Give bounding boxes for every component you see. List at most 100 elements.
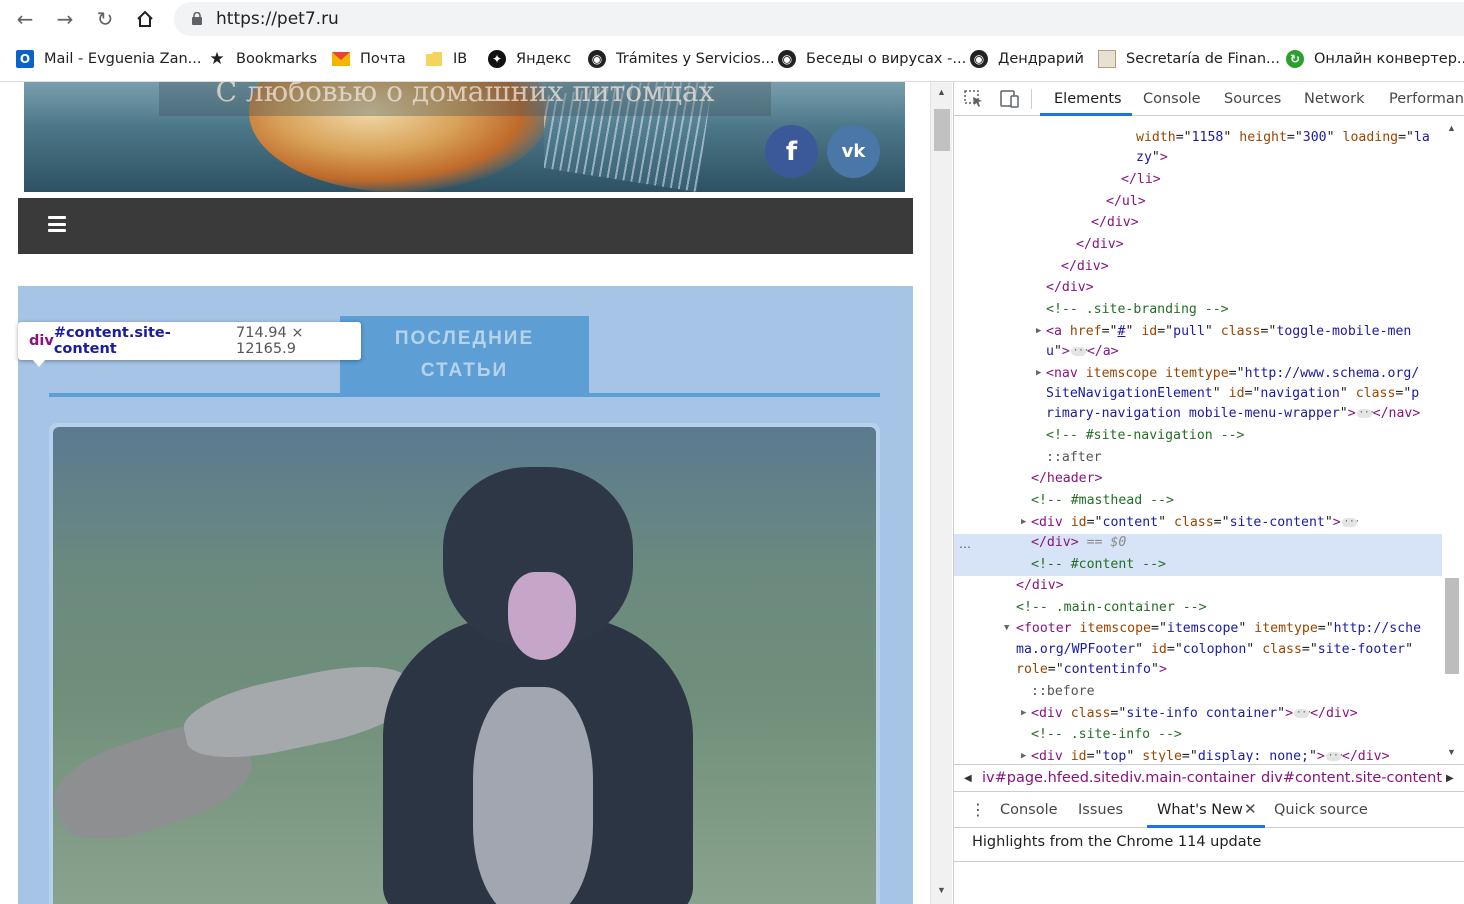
bookmark-label: Trámites y Servicios...: [616, 51, 775, 67]
url-text[interactable]: https://pet7.ru: [216, 9, 339, 29]
bookmark-converter[interactable]: ↻ Онлайн конвертер...: [1286, 48, 1464, 70]
node-actions-ellipsis-icon[interactable]: ⋯: [959, 540, 971, 554]
breadcrumb-item[interactable]: iv#page.hfeed.site: [982, 770, 1120, 786]
dom-line[interactable]: <!-- #masthead -->: [1031, 491, 1174, 511]
hamburger-menu-icon[interactable]: [48, 216, 66, 232]
scroll-up-arrow-icon[interactable]: ▲: [1447, 124, 1457, 133]
scroll-down-arrow-icon[interactable]: ▼: [937, 886, 947, 895]
tooltip-tag: div: [29, 333, 54, 349]
expand-triangle-icon[interactable]: ▶: [1036, 326, 1041, 336]
bookmark-ib[interactable]: IB: [425, 48, 467, 70]
dom-line[interactable]: <!-- #site-navigation -->: [1046, 426, 1245, 446]
facebook-icon[interactable]: f: [765, 125, 818, 178]
inspect-element-icon[interactable]: [964, 90, 984, 113]
page-scrollbar-thumb[interactable]: [934, 109, 950, 151]
drawer-menu-icon[interactable]: ⋮: [970, 800, 986, 819]
dom-line[interactable]: <div id="content" class="site-content">: [1031, 512, 1360, 533]
dom-line[interactable]: </div>: [1046, 278, 1094, 298]
scroll-down-arrow-icon[interactable]: ▼: [1447, 748, 1457, 757]
dom-line[interactable]: u"></a>: [1046, 341, 1119, 362]
drawer-tab-issues[interactable]: Issues: [1078, 802, 1123, 818]
drawer-tab-whats-new[interactable]: What's New: [1157, 802, 1243, 818]
tab-console[interactable]: Console: [1143, 91, 1201, 107]
dom-line[interactable]: </div>: [1016, 576, 1064, 596]
dom-line[interactable]: </header>: [1031, 469, 1102, 489]
tab-network[interactable]: Network: [1304, 91, 1365, 107]
lock-icon[interactable]: [192, 11, 202, 25]
breadcrumb-right-arrow-icon[interactable]: ▶: [1446, 773, 1454, 784]
dom-line[interactable]: <div id="top" style="display: none;"></d…: [1031, 746, 1390, 763]
dom-line[interactable]: <!-- #content -->: [1031, 555, 1166, 575]
globe-icon: ◉: [588, 50, 606, 68]
dom-line[interactable]: </div>: [1076, 235, 1124, 255]
forward-arrow-icon[interactable]: →: [52, 6, 78, 32]
latest-articles-label-line1: ПОСЛЕДНИЕ: [394, 328, 535, 349]
dom-line[interactable]: <!-- .site-info -->: [1031, 725, 1182, 745]
drawer-tab-quick-source[interactable]: Quick source: [1274, 802, 1368, 818]
breadcrumb-left-arrow-icon[interactable]: ◀: [964, 773, 972, 784]
dom-line[interactable]: width="1158" height="300" loading="la: [1136, 128, 1430, 148]
dom-line[interactable]: </ul>: [1106, 192, 1146, 212]
dom-line[interactable]: zy">: [1136, 148, 1168, 168]
expand-triangle-icon[interactable]: ▶: [1036, 368, 1041, 378]
bookmark-besedy[interactable]: ◉ Беседы о вирусах -...: [778, 48, 966, 70]
content-top-padding: [18, 254, 913, 286]
tab-performance[interactable]: Performanc: [1389, 91, 1464, 107]
dom-line[interactable]: <!-- .main-container -->: [1016, 598, 1207, 618]
page-scrollbar[interactable]: ▲ ▼: [930, 82, 952, 904]
dom-line[interactable]: </div>: [1091, 213, 1139, 233]
selected-node-row[interactable]: [954, 534, 1442, 576]
tab-sources[interactable]: Sources: [1224, 91, 1281, 107]
content-highlight-overlay: ПОСЛЕДНИЕ СТАТЬИ: [18, 286, 913, 904]
elements-scrollbar-thumb[interactable]: [1445, 578, 1459, 674]
drawer-tab-console[interactable]: Console: [1000, 802, 1058, 818]
bookmark-tramites[interactable]: ◉ Trámites y Servicios...: [588, 48, 775, 70]
address-bar[interactable]: https://pet7.ru: [174, 2, 1464, 36]
tab-divider: [1031, 89, 1032, 109]
elements-scrollbar[interactable]: ▲ ▼: [1442, 116, 1464, 762]
dom-line[interactable]: role="contentinfo">: [1016, 660, 1167, 680]
home-icon[interactable]: [132, 6, 158, 32]
dog-photo[interactable]: [53, 427, 876, 904]
expand-triangle-icon[interactable]: ▶: [1021, 708, 1026, 718]
scroll-up-arrow-icon[interactable]: ▲: [937, 88, 947, 97]
site-slogan: С любовью о домашних питомцах: [159, 82, 771, 116]
collapse-triangle-icon[interactable]: ▼: [1004, 623, 1009, 633]
bookmark-label: Дендрарий: [998, 51, 1084, 67]
bookmark-mail[interactable]: O Mail - Evguenia Zan...: [16, 48, 202, 70]
latest-articles-tab[interactable]: ПОСЛЕДНИЕ СТАТЬИ: [340, 316, 589, 394]
article-card[interactable]: [49, 423, 880, 904]
dom-line[interactable]: ::before: [1031, 682, 1095, 702]
bookmark-yandex[interactable]: ✦ Яндекс: [488, 48, 571, 70]
close-icon[interactable]: ✕: [1244, 800, 1257, 818]
vk-icon[interactable]: vk: [827, 125, 880, 178]
back-arrow-icon[interactable]: ←: [12, 6, 38, 32]
dom-line[interactable]: ma.org/WPFooter" id="colophon" class="si…: [1016, 640, 1413, 660]
breadcrumb: ◀ iv#page.hfeed.site div.main-container …: [954, 764, 1464, 792]
expand-triangle-icon[interactable]: ▶: [1021, 517, 1026, 527]
bookmark-bookmarks[interactable]: ★ Bookmarks: [208, 48, 317, 70]
dom-line[interactable]: SiteNavigationElement" id="navigation" c…: [1046, 384, 1419, 404]
dom-line[interactable]: </div>: [1061, 257, 1109, 277]
dom-line[interactable]: <!-- .site-branding -->: [1046, 300, 1229, 320]
tooltip-size: 714.94 × 12165.9: [236, 325, 304, 357]
dom-line[interactable]: <nav itemscope itemtype="http://www.sche…: [1046, 364, 1419, 384]
tab-elements[interactable]: Elements: [1054, 91, 1122, 107]
dom-line[interactable]: <div class="site-info container"></div>: [1031, 703, 1358, 724]
dom-line[interactable]: <a href="#" id="pull" class="toggle-mobi…: [1046, 322, 1411, 342]
device-toolbar-icon[interactable]: [1000, 90, 1020, 113]
dom-line[interactable]: </li>: [1121, 170, 1161, 190]
dom-line[interactable]: ::after: [1046, 448, 1102, 468]
bookmark-dendrariy[interactable]: ◉ Дендрарий: [970, 48, 1084, 70]
breadcrumb-item[interactable]: div.main-container: [1120, 770, 1255, 786]
bookmark-pochta[interactable]: Почта: [332, 48, 406, 70]
breadcrumb-item-active[interactable]: div#content.site-content: [1261, 770, 1442, 786]
bookmark-secretaria[interactable]: Secretaría de Finan...: [1098, 48, 1280, 70]
devtools-panel: Elements Console Sources Network Perform…: [953, 82, 1464, 904]
reload-icon[interactable]: ↻: [92, 6, 118, 32]
expand-triangle-icon[interactable]: ▶: [1021, 751, 1026, 761]
elements-tree[interactable]: ⋯ ▶ ▶ ▶ ▼ ▶ ▶ width="1158" height="300" …: [954, 116, 1444, 762]
dom-line[interactable]: <footer itemscope="itemscope" itemtype="…: [1016, 619, 1421, 639]
dom-line[interactable]: rimary-navigation mobile-menu-wrapper"><…: [1046, 403, 1420, 424]
dom-line[interactable]: </div> == $0: [1031, 533, 1126, 553]
